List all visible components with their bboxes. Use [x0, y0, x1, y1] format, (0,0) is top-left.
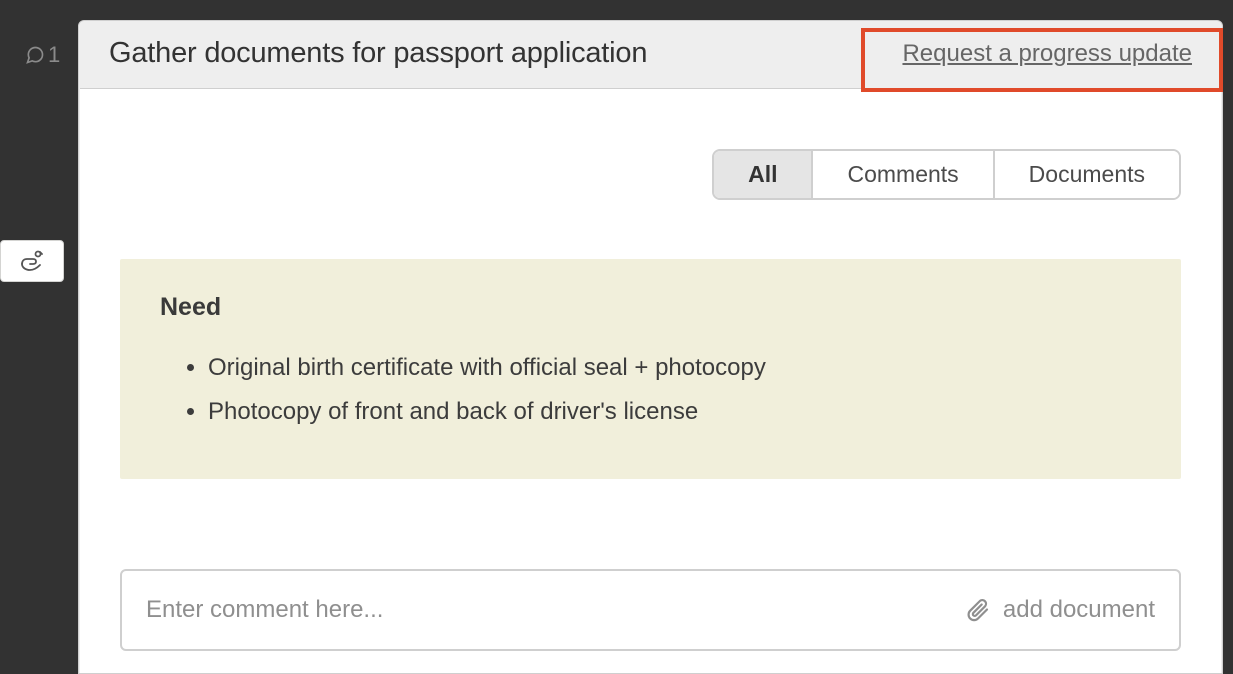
chat-count: 1 [48, 42, 60, 68]
note-list: Original birth certificate with official… [160, 346, 1141, 435]
filter-tabs: All Comments Documents [712, 149, 1181, 200]
hand-note-icon [19, 250, 45, 273]
add-document-button[interactable]: add document [967, 596, 1155, 624]
tab-documents[interactable]: Documents [995, 151, 1179, 198]
request-progress-link[interactable]: Request a progress update [902, 40, 1192, 68]
panel-header: Gather documents for passport applicatio… [79, 21, 1222, 88]
task-title: Gather documents for passport applicatio… [109, 37, 647, 70]
add-document-label: add document [1003, 596, 1155, 624]
tab-all[interactable]: All [714, 151, 813, 198]
note-item: Original birth certificate with official… [208, 346, 1141, 390]
task-panel: Gather documents for passport applicatio… [78, 20, 1223, 674]
side-tab-button[interactable] [0, 240, 64, 282]
tab-comments[interactable]: Comments [813, 151, 994, 198]
note-title: Need [160, 293, 1141, 322]
note-item: Photocopy of front and back of driver's … [208, 390, 1141, 434]
chat-bubble-icon: 1 [24, 42, 60, 68]
comment-box: add document [120, 569, 1181, 651]
paperclip-icon [967, 597, 991, 623]
comment-input[interactable] [146, 596, 967, 624]
panel-body: All Comments Documents Need Original bir… [80, 88, 1221, 673]
note-card: Need Original birth certificate with off… [120, 259, 1181, 479]
